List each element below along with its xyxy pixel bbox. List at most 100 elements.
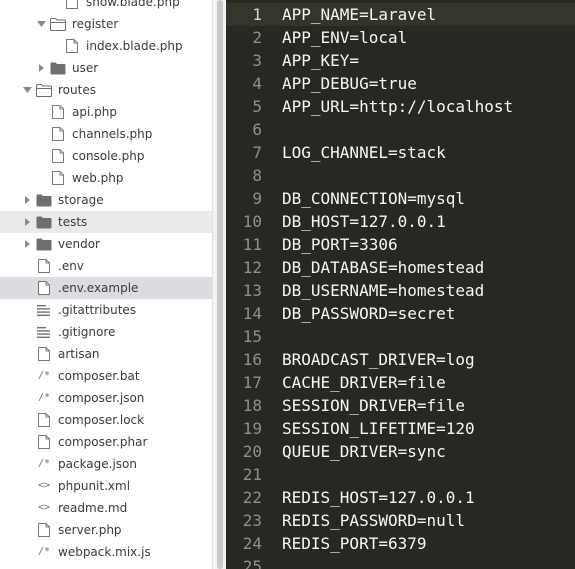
code-editor[interactable]: 1 APP_NAME=Laravel 2 APP_ENV=local 3 APP_KEY=… bbox=[226, 0, 575, 569]
code-line[interactable]: 20 QUEUE_DRIVER=sync bbox=[226, 440, 575, 463]
line-number: 11 bbox=[242, 235, 262, 254]
sidebar-item-index-blade-php[interactable]: index.blade.php bbox=[0, 35, 212, 57]
chevron-right-icon[interactable] bbox=[22, 189, 32, 211]
code-text[interactable]: DB_USERNAME=homestead bbox=[282, 279, 484, 302]
sidebar-item-webpack-mix-js[interactable]: /* webpack.mix.js bbox=[0, 541, 212, 563]
code-line[interactable]: 16 BROADCAST_DRIVER=log bbox=[226, 348, 575, 371]
code-line[interactable]: 10 DB_HOST=127.0.0.1 bbox=[226, 210, 575, 233]
code-text[interactable]: APP_URL=http://localhost bbox=[282, 95, 513, 118]
sidebar-item-vendor[interactable]: vendor bbox=[0, 233, 212, 255]
sidebar-item-routes[interactable]: routes bbox=[0, 79, 212, 101]
code-line[interactable]: 11 DB_PORT=3306 bbox=[226, 233, 575, 256]
sidebar-item-readme-md[interactable]: <> readme.md bbox=[0, 497, 212, 519]
chevron-right-icon[interactable] bbox=[36, 57, 46, 79]
code-line[interactable]: 6 bbox=[226, 118, 575, 141]
sidebar-item-phpunit-xml[interactable]: <> phpunit.xml bbox=[0, 475, 212, 497]
sidebar-item-label: composer.lock bbox=[58, 413, 145, 427]
code-text[interactable]: CACHE_DRIVER=file bbox=[282, 371, 446, 394]
sidebar-item-label: channels.php bbox=[72, 127, 153, 141]
sidebar-item-label: routes bbox=[58, 83, 96, 97]
sidebar-item-gitattributes[interactable]: .gitattributes bbox=[0, 299, 212, 321]
line-number: 10 bbox=[242, 212, 262, 231]
code-line[interactable]: 17 CACHE_DRIVER=file bbox=[226, 371, 575, 394]
sidebar-item-storage[interactable]: storage bbox=[0, 189, 212, 211]
chevron-right-icon[interactable] bbox=[22, 211, 32, 233]
code-text[interactable]: SESSION_DRIVER=file bbox=[282, 394, 465, 417]
code-text[interactable]: REDIS_HOST=127.0.0.1 bbox=[282, 486, 475, 509]
code-line[interactable]: 21 bbox=[226, 463, 575, 486]
sidebar-item-label: .env.example bbox=[58, 281, 139, 295]
sidebar-item-artisan[interactable]: artisan bbox=[0, 343, 212, 365]
sidebar-item-label: console.php bbox=[72, 149, 145, 163]
code-text[interactable]: APP_ENV=local bbox=[282, 26, 407, 49]
code-line[interactable]: 15 bbox=[226, 325, 575, 348]
code-text[interactable]: DB_HOST=127.0.0.1 bbox=[282, 210, 446, 233]
sidebar-item-tests[interactable]: tests bbox=[0, 211, 212, 233]
code-line[interactable]: 25 bbox=[226, 555, 575, 569]
code-text[interactable]: DB_PORT=3306 bbox=[282, 233, 398, 256]
chevron-down-icon[interactable] bbox=[22, 79, 32, 101]
sidebar-item-composer-json[interactable]: /* composer.json bbox=[0, 387, 212, 409]
code-line[interactable]: 9 DB_CONNECTION=mysql bbox=[226, 187, 575, 210]
code-text[interactable]: APP_DEBUG=true bbox=[282, 72, 417, 95]
code-line[interactable]: 3 APP_KEY= bbox=[226, 49, 575, 72]
sidebar-item-label: webpack.mix.js bbox=[58, 545, 151, 559]
sidebar-item-gitignore[interactable]: .gitignore bbox=[0, 321, 212, 343]
code-text[interactable]: APP_NAME=Laravel bbox=[282, 3, 436, 26]
sidebar-item-env[interactable]: .env bbox=[0, 255, 212, 277]
sidebar-item-composer-bat[interactable]: /* composer.bat bbox=[0, 365, 212, 387]
code-text[interactable]: APP_KEY= bbox=[282, 49, 359, 72]
sidebar-item-package-json[interactable]: /* package.json bbox=[0, 453, 212, 475]
code-line[interactable]: 12 DB_DATABASE=homestead bbox=[226, 256, 575, 279]
code-line[interactable]: 8 bbox=[226, 164, 575, 187]
file-icon bbox=[50, 123, 66, 145]
file-tree: show.blade.php register index.blade.php use… bbox=[0, 0, 212, 563]
code-text[interactable]: DB_DATABASE=homestead bbox=[282, 256, 484, 279]
sidebar-item-user[interactable]: user bbox=[0, 57, 212, 79]
sidebar-item-register[interactable]: register bbox=[0, 13, 212, 35]
code-text[interactable]: SESSION_LIFETIME=120 bbox=[282, 417, 475, 440]
line-number: 23 bbox=[242, 511, 262, 530]
sidebar-item-label: .gitattributes bbox=[58, 303, 137, 317]
sidebar-item-api-php[interactable]: api.php bbox=[0, 101, 212, 123]
text-lines-icon bbox=[36, 321, 52, 343]
code-text[interactable]: DB_PASSWORD=secret bbox=[282, 302, 455, 325]
code-line[interactable]: 5 APP_URL=http://localhost bbox=[226, 95, 575, 118]
sidebar-item-label: composer.phar bbox=[58, 435, 148, 449]
sidebar-item-env-example[interactable]: .env.example bbox=[0, 277, 212, 299]
code-line[interactable]: 19 SESSION_LIFETIME=120 bbox=[226, 417, 575, 440]
sidebar-item-console-php[interactable]: console.php bbox=[0, 145, 212, 167]
code-line[interactable]: 7 LOG_CHANNEL=stack bbox=[226, 141, 575, 164]
file-icon bbox=[64, 0, 80, 13]
code-text[interactable]: LOG_CHANNEL=stack bbox=[282, 141, 446, 164]
sidebar-item-composer-lock[interactable]: composer.lock bbox=[0, 409, 212, 431]
code-text[interactable]: BROADCAST_DRIVER=log bbox=[282, 348, 475, 371]
code-text[interactable]: DB_CONNECTION=mysql bbox=[282, 187, 465, 210]
code-line[interactable]: 24 REDIS_PORT=6379 bbox=[226, 532, 575, 555]
code-line[interactable]: 23 REDIS_PASSWORD=null bbox=[226, 509, 575, 532]
line-number: 9 bbox=[252, 189, 262, 208]
code-line[interactable]: 4 APP_DEBUG=true bbox=[226, 72, 575, 95]
file-tree-sidebar: show.blade.php register index.blade.php use… bbox=[0, 0, 212, 569]
code-line[interactable]: 1 APP_NAME=Laravel bbox=[226, 3, 575, 26]
code-line[interactable]: 13 DB_USERNAME=homestead bbox=[226, 279, 575, 302]
code-line[interactable]: 18 SESSION_DRIVER=file bbox=[226, 394, 575, 417]
file-icon bbox=[50, 101, 66, 123]
sidebar-item-web-php[interactable]: web.php bbox=[0, 167, 212, 189]
code-text[interactable]: REDIS_PORT=6379 bbox=[282, 532, 427, 555]
sidebar-item-channels-php[interactable]: channels.php bbox=[0, 123, 212, 145]
sidebar-scrollbar[interactable] bbox=[212, 0, 226, 569]
chevron-down-icon[interactable] bbox=[36, 13, 46, 35]
sidebar-item-server-php[interactable]: server.php bbox=[0, 519, 212, 541]
sidebar-item-composer-phar[interactable]: composer.phar bbox=[0, 431, 212, 453]
code-line[interactable]: 2 APP_ENV=local bbox=[226, 26, 575, 49]
code-text[interactable]: QUEUE_DRIVER=sync bbox=[282, 440, 446, 463]
code-line[interactable]: 14 DB_PASSWORD=secret bbox=[226, 302, 575, 325]
file-icon bbox=[36, 409, 52, 431]
code-line[interactable]: 22 REDIS_HOST=127.0.0.1 bbox=[226, 486, 575, 509]
code-text[interactable]: REDIS_PASSWORD=null bbox=[282, 509, 465, 532]
sidebar-scrollbar-thumb[interactable] bbox=[217, 0, 223, 569]
sidebar-item-show-blade-php[interactable]: show.blade.php bbox=[0, 0, 212, 13]
line-number: 25 bbox=[242, 557, 262, 569]
chevron-right-icon[interactable] bbox=[22, 233, 32, 255]
